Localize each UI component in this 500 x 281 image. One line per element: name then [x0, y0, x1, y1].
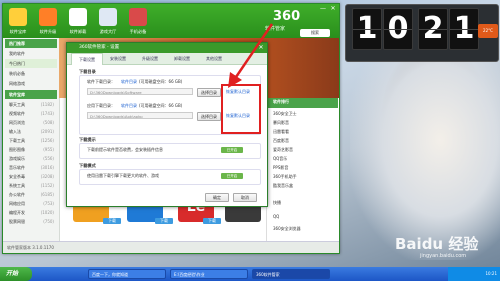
search-button[interactable]: 搜索: [300, 29, 330, 37]
watermark: Baidu 经验: [395, 235, 479, 253]
sidebar: 热门推荐 我的软件 今日热门 装机必备 网络游戏 软件宝库 聊天工具 (1182)…: [3, 38, 60, 241]
games-icon[interactable]: [99, 8, 117, 26]
system-tray-clock[interactable]: 10:21: [448, 267, 500, 281]
ranking-item[interactable]: 360安全浏览器: [273, 226, 337, 232]
sidebar-item-stocks[interactable]: 股票网银 (750): [5, 217, 57, 226]
pkg-dir-input[interactable]: D:\360Downloads\Software: [87, 88, 193, 95]
sidebar-item-dev[interactable]: 编程开发 (1020): [5, 208, 57, 217]
ranking-item[interactable]: 爱奇艺影音: [273, 147, 337, 153]
pkg-choose-dir-button[interactable]: 选择目录: [197, 88, 221, 97]
taskbar-item-active[interactable]: 360软件管家: [252, 269, 330, 279]
sidebar-item-online-games[interactable]: 网络游戏: [5, 79, 57, 88]
top-button-label[interactable]: 软件宝库: [5, 29, 31, 35]
pkg-dir-hint: (可用磁盘空间：66 GB): [139, 79, 183, 84]
app-store-icon[interactable]: [9, 8, 27, 26]
ok-button[interactable]: 确定: [205, 193, 229, 202]
ranking-item[interactable]: QQ: [273, 214, 337, 219]
notify-text: 下载前提示软件是否收费，会安装插件信息: [87, 147, 163, 152]
ranking-item[interactable]: 360手机助手: [273, 174, 337, 180]
mobile-icon[interactable]: [129, 8, 147, 26]
sidebar-head-hot: 热门推荐: [5, 39, 57, 48]
ranking-item[interactable]: 360安全卫士: [273, 111, 337, 117]
app-dir-hint: (可用磁盘空间：66 GB): [139, 103, 183, 108]
sidebar-item-network[interactable]: 网络应用 (753): [5, 199, 57, 208]
ranking-item[interactable]: 百度影音: [273, 138, 337, 144]
notify-toggle[interactable]: 已开启: [221, 147, 243, 153]
clock-digit: 0: [383, 8, 413, 50]
uninstall-icon[interactable]: [69, 8, 87, 26]
watermark-sub: jingyan.baidu.com: [420, 253, 467, 259]
pkg-dir-link[interactable]: 软件目录: [121, 79, 137, 85]
tab-upgrade-settings[interactable]: 升级设置: [135, 53, 165, 64]
sidebar-item-download[interactable]: 下载工具 (1256): [5, 136, 57, 145]
upgrade-icon[interactable]: [39, 8, 57, 26]
ranking-item[interactable]: QQ音乐: [273, 156, 337, 162]
annotation-arrow: [228, 23, 274, 88]
app-choose-dir-button[interactable]: 选择目录: [197, 112, 221, 121]
download-button[interactable]: 下载: [155, 218, 173, 224]
sidebar-item-office[interactable]: 办公软件 (6185): [5, 190, 57, 199]
sidebar-head-library: 软件宝库: [5, 90, 57, 99]
sidebar-item-games[interactable]: 游戏娱乐 (556): [5, 154, 57, 163]
mode-text: 使用迅雷下载引擎下载更大的软件、游戏: [87, 173, 159, 178]
mode-toggle[interactable]: 已开启: [221, 173, 243, 179]
desktop-wallpaper: [350, 60, 500, 260]
sidebar-item-music[interactable]: 音乐软件 (3016): [5, 163, 57, 172]
app-dir-input[interactable]: D:\360Downloads\Apk\apkp: [87, 112, 193, 119]
app-dir-link[interactable]: 软件目录: [121, 103, 137, 109]
ranking-item[interactable]: 暴风影音: [273, 120, 337, 126]
sidebar-item-today[interactable]: 今日热门: [5, 59, 57, 68]
cancel-button[interactable]: 取消: [233, 193, 257, 202]
taskbar: [0, 267, 500, 281]
download-button[interactable]: 下载: [103, 218, 121, 224]
sidebar-item-mine[interactable]: 我的软件: [5, 49, 57, 58]
close-window-button[interactable]: ✕: [329, 6, 337, 12]
status-bar: 软件管家版本 3.1.0.1170: [3, 241, 339, 253]
ranking-item[interactable]: PPS影音: [273, 165, 337, 171]
sidebar-item-graphics[interactable]: 图形图像 (955): [5, 145, 57, 154]
sidebar-item-security[interactable]: 安全杀毒 (3208): [5, 172, 57, 181]
download-button[interactable]: 下载: [203, 218, 221, 224]
sidebar-item-chat[interactable]: 聊天工具 (1182): [5, 100, 57, 109]
taskbar-item[interactable]: 百度一下，你就知道: [88, 269, 166, 279]
sidebar-item-video[interactable]: 视频软件 (1743): [5, 109, 57, 118]
pkg-dir-label: 软件下载目录：: [87, 79, 115, 84]
ranking-title: 软件排行: [273, 99, 289, 104]
weather-badge: 22°C: [478, 24, 498, 38]
top-button-label[interactable]: 游戏大厅: [95, 29, 121, 35]
ranking-item[interactable]: 酷我音乐盒: [273, 183, 337, 189]
ranking-item[interactable]: 迅雷看看: [273, 129, 337, 135]
tab-install-settings[interactable]: 安装设置: [103, 53, 133, 64]
clock-digit: 1: [352, 8, 382, 50]
sidebar-item-browser[interactable]: 网页浏览 (508): [5, 118, 57, 127]
tab-uninstall-settings[interactable]: 卸载设置: [167, 53, 197, 64]
sidebar-item-essential[interactable]: 装机必备: [5, 69, 57, 78]
start-button[interactable]: 开始: [0, 267, 32, 281]
clock-digit: 2: [418, 8, 448, 50]
top-button-label[interactable]: 软件升级: [35, 29, 61, 35]
top-button-label[interactable]: 软件卸载: [65, 29, 91, 35]
top-button-label[interactable]: 手机必备: [125, 29, 151, 35]
sidebar-item-system[interactable]: 系统工具 (1152): [5, 181, 57, 190]
taskbar-item[interactable]: E:\百度经验\作业: [170, 269, 248, 279]
minimize-button[interactable]: —: [319, 6, 327, 12]
app-dir-label: 应用下载目录：: [87, 103, 115, 108]
tab-download-settings[interactable]: 下载设置: [71, 53, 103, 65]
clock-digit: 1: [449, 8, 479, 50]
sidebar-item-ime[interactable]: 输入法 (2091): [5, 127, 57, 136]
highlight-box: [221, 84, 261, 134]
ranking-item[interactable]: 快播: [273, 200, 337, 206]
